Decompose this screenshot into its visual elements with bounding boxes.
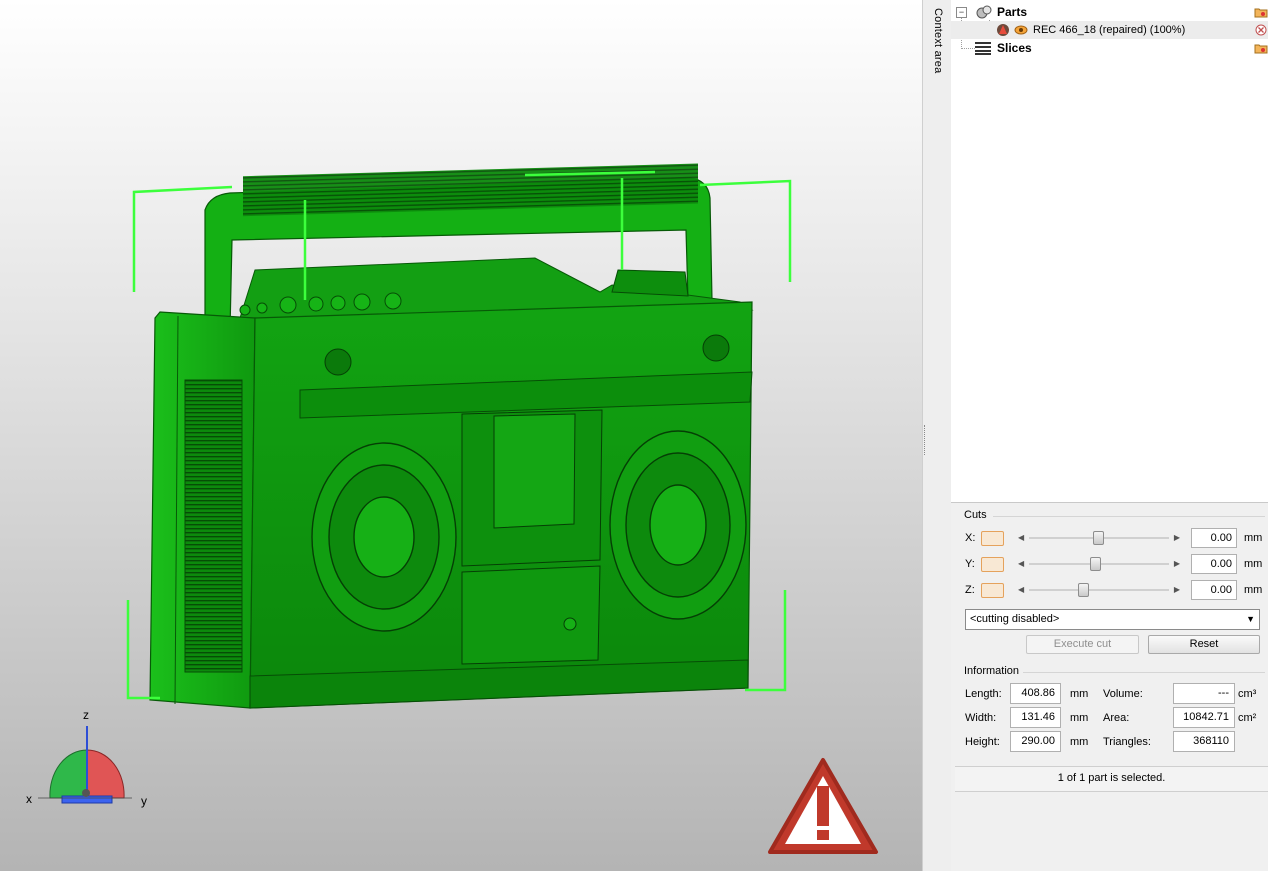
tree-item-slices[interactable]: Slices (951, 39, 1268, 57)
cut-z-input[interactable]: 0.00 (1191, 580, 1237, 600)
splitter-handle[interactable] (924, 425, 928, 455)
cut-x-label: X: (965, 532, 976, 544)
parts-label: Parts (997, 5, 1028, 19)
cut-y-slider[interactable]: ◀ ▶ (1015, 557, 1183, 571)
parts-icon (976, 5, 992, 19)
axis-gizmo[interactable]: z x y (20, 700, 160, 820)
context-area-label: Context area (932, 8, 944, 74)
cut-y-color[interactable] (981, 557, 1004, 572)
cut-y-input[interactable]: 0.00 (1191, 554, 1237, 574)
part-label: REC 466_18 (repaired) (100%) (1033, 24, 1186, 36)
cut-z-slider-thumb[interactable] (1078, 583, 1089, 597)
tree-item-parts[interactable]: − Parts (951, 3, 1268, 21)
cut-z-label: Z: (965, 584, 975, 596)
area-value: 10842.71 (1173, 707, 1235, 728)
width-label: Width: (965, 712, 997, 724)
cut-x-color[interactable] (981, 531, 1004, 546)
width-value: 131.46 (1010, 707, 1061, 728)
slices-icon (975, 42, 991, 55)
reset-button[interactable]: Reset (1148, 635, 1260, 654)
volume-label: Volume: (1103, 688, 1143, 700)
eye-icon[interactable] (1014, 24, 1028, 36)
collapse-toggle[interactable]: − (956, 7, 967, 18)
cut-y-label: Y: (965, 558, 975, 570)
triangles-value: 368110 (1173, 731, 1235, 752)
length-unit: mm (1070, 688, 1089, 700)
cut-x-slider-thumb[interactable] (1093, 531, 1104, 545)
cut-x-slider[interactable]: ◀ ▶ (1015, 531, 1183, 545)
cut-x-input[interactable]: 0.00 (1191, 528, 1237, 548)
triangles-label: Triangles: (1103, 736, 1151, 748)
execute-cut-button[interactable]: Execute cut (1026, 635, 1139, 654)
information-title: Information (964, 665, 1020, 677)
tree-item-part[interactable]: REC 466_18 (repaired) (100%) (951, 21, 1268, 39)
properties-panel: Cuts X: ◀ ▶ 0.00 mm Y: ◀ ▶ 0.00 mm Z: ◀ … (951, 503, 1268, 871)
cut-z-color[interactable] (981, 583, 1004, 598)
height-label: Height: (965, 736, 1000, 748)
volume-unit: cm³ (1238, 688, 1257, 700)
gizmo-x-label: x (26, 792, 32, 806)
cuts-title: Cuts (964, 509, 987, 521)
area-unit: cm² (1238, 712, 1257, 724)
cut-x-unit: mm (1244, 532, 1263, 544)
close-icon[interactable] (1255, 24, 1267, 36)
cut-y-slider-thumb[interactable] (1090, 557, 1101, 571)
width-unit: mm (1070, 712, 1089, 724)
gizmo-z-label: z (83, 708, 89, 722)
parts-tree[interactable]: − Parts REC 466_18 (repaired) (100%) Sli… (951, 0, 1268, 503)
height-value: 290.00 (1010, 731, 1061, 752)
selection-status: 1 of 1 part is selected. (955, 766, 1268, 792)
area-label: Area: (1103, 712, 1130, 724)
chevron-down-icon: ▼ (1246, 614, 1255, 624)
length-value: 408.86 (1010, 683, 1061, 704)
folder-icon[interactable] (1254, 6, 1268, 18)
gizmo-y-label: y (141, 794, 147, 808)
warning-icon[interactable] (766, 756, 880, 858)
cutting-mode-value: <cutting disabled> (970, 613, 1060, 625)
slices-label: Slices (997, 41, 1032, 55)
volume-value: --- (1173, 683, 1235, 704)
folder-icon[interactable] (1254, 42, 1268, 54)
3d-viewport[interactable]: z x y (0, 0, 922, 871)
cutting-mode-select[interactable]: <cutting disabled> ▼ (965, 609, 1260, 630)
part-status-icon[interactable] (996, 23, 1010, 37)
cut-z-slider[interactable]: ◀ ▶ (1015, 583, 1183, 597)
cut-z-unit: mm (1244, 584, 1263, 596)
cut-y-unit: mm (1244, 558, 1263, 570)
height-unit: mm (1070, 736, 1089, 748)
length-label: Length: (965, 688, 1002, 700)
